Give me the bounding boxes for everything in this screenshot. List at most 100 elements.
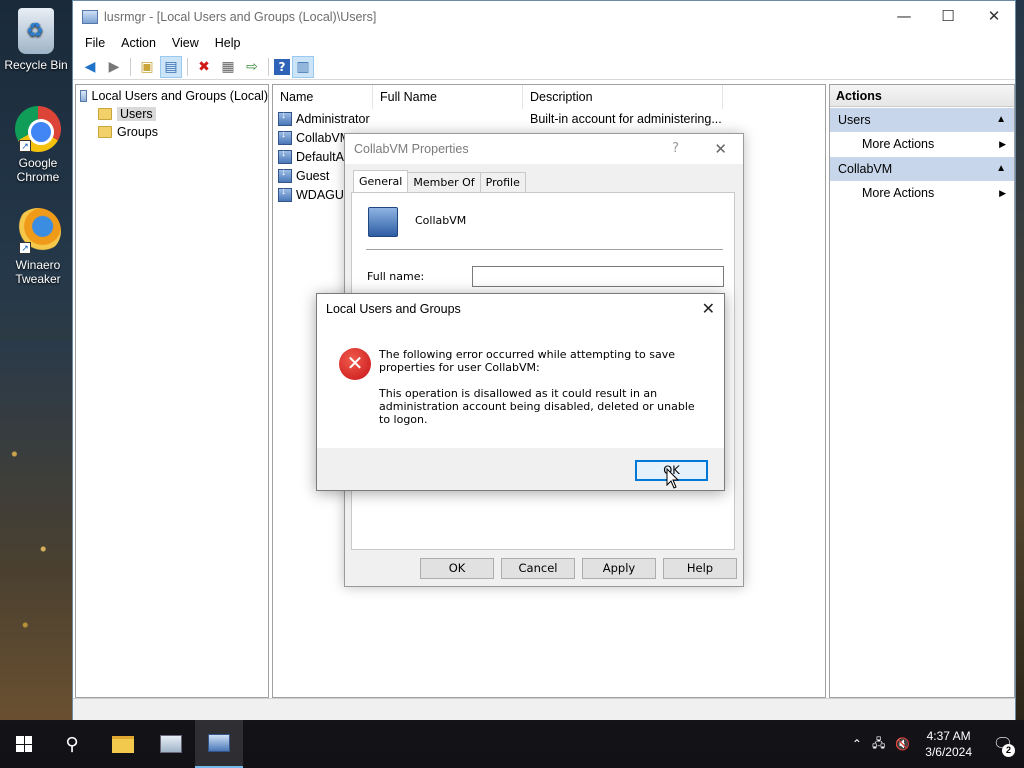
tree-item-label: Local Users and Groups (Local) — [91, 89, 268, 103]
divider — [366, 249, 723, 250]
desktop-icon-label: Google Chrome — [16, 156, 60, 184]
menu-help[interactable]: Help — [207, 36, 249, 50]
computer-management-icon — [82, 9, 98, 24]
performance-monitor-icon — [160, 735, 182, 753]
more-actions-users[interactable]: More Actions — [830, 132, 1014, 156]
error-icon: ✕ — [339, 348, 371, 380]
desktop-icon-label: Winaero Tweaker — [15, 258, 61, 286]
tree-item-root[interactable]: Local Users and Groups (Local) — [76, 85, 268, 105]
full-name-field[interactable] — [472, 266, 724, 287]
start-button[interactable] — [0, 720, 48, 768]
forward-icon[interactable]: ▶ — [103, 56, 125, 78]
user-avatar-icon — [368, 207, 398, 237]
error-dialog-title[interactable]: Local Users and Groups — [317, 294, 724, 324]
status-bar — [73, 698, 1015, 720]
tab-profile[interactable]: Profile — [479, 172, 526, 192]
actions-pane: Actions Users More Actions CollabVM More… — [829, 84, 1015, 698]
user-icon — [278, 187, 292, 202]
shortcut-arrow-icon: ↗ — [19, 242, 31, 254]
table-row[interactable]: Administrator Built-in account for admin… — [273, 109, 825, 128]
user-name: WDAGUti — [296, 187, 351, 202]
window-titlebar[interactable]: lusrmgr - [Local Users and Groups (Local… — [73, 1, 1015, 32]
cancel-button[interactable]: Cancel — [501, 558, 575, 579]
chrome-icon: ↗ — [15, 106, 61, 152]
delete-icon[interactable]: ✖ — [193, 56, 215, 78]
menu-view[interactable]: View — [164, 36, 207, 50]
network-icon[interactable]: 🖧 — [867, 734, 890, 755]
tree-item-groups[interactable]: Groups — [76, 123, 268, 141]
error-dialog: Local Users and Groups ✕ ✕ The following… — [316, 293, 725, 491]
error-close-button[interactable]: ✕ — [702, 294, 715, 324]
shortcut-arrow-icon: ↗ — [19, 140, 31, 152]
tree-item-label: Groups — [117, 125, 158, 139]
window-title: lusrmgr - [Local Users and Groups (Local… — [104, 9, 377, 24]
user-name: DefaultAc — [296, 149, 351, 164]
desktop-icon-recycle-bin[interactable]: Recycle Bin — [0, 8, 72, 72]
mouse-cursor-icon — [666, 468, 680, 489]
list-header: Name Full Name Description — [273, 85, 825, 109]
tree-item-label: Users — [117, 107, 156, 121]
full-name-label: Full name: — [367, 270, 425, 283]
computer-management-icon — [208, 734, 230, 752]
recycle-bin-icon — [18, 8, 54, 54]
taskbar-file-explorer[interactable] — [99, 720, 147, 768]
up-folder-icon[interactable]: ▣ — [136, 56, 158, 78]
back-icon[interactable]: ◀ — [79, 56, 101, 78]
winaero-tweaker-icon: ↗ — [15, 208, 61, 254]
close-button[interactable]: ✕ — [971, 1, 1017, 32]
folder-icon — [98, 126, 112, 138]
file-explorer-icon — [112, 735, 134, 753]
properties-icon[interactable]: ▦ — [217, 56, 239, 78]
menu-action[interactable]: Action — [113, 36, 164, 50]
actions-section-users[interactable]: Users — [830, 108, 1014, 132]
user-name: CollabVM — [296, 130, 351, 145]
column-header-full-name[interactable]: Full Name — [373, 85, 523, 109]
maximize-button[interactable]: ☐ — [925, 1, 971, 32]
toolbar: ◀ ▶ ▣ ▤ ✖ ▦ ⇨ ? ▥ — [73, 54, 1015, 80]
toolbar-separator — [130, 57, 131, 76]
error-message: The following error occurred while attem… — [379, 348, 709, 439]
user-icon — [278, 130, 292, 145]
user-description: Built-in account for administering... — [530, 111, 722, 126]
action-center-button[interactable]: 🗨 2 — [982, 734, 1024, 757]
help-button[interactable]: Help — [663, 558, 737, 579]
user-name: Administrator — [296, 111, 370, 126]
error-message-line-1: The following error occurred while attem… — [379, 348, 675, 374]
system-tray: ⌃ 🖧 🔇 4:37 AM 3/6/2024 🗨 2 — [847, 720, 1024, 768]
apply-button[interactable]: Apply — [582, 558, 656, 579]
actions-section-collabvm[interactable]: CollabVM — [830, 157, 1014, 181]
tab-general[interactable]: General — [353, 170, 409, 192]
show-hide-tree-icon[interactable]: ▤ — [160, 55, 182, 78]
search-button[interactable]: ⚲ — [48, 720, 96, 768]
windows-logo-icon — [16, 736, 32, 752]
console-tree: Local Users and Groups (Local) Users Gro… — [75, 84, 269, 698]
show-hidden-icons-chevron-icon[interactable]: ⌃ — [847, 737, 867, 751]
column-header-name[interactable]: Name — [273, 85, 373, 109]
desktop-icon-winaero-tweaker[interactable]: ↗ Winaero Tweaker — [2, 208, 74, 286]
properties-dialog-title[interactable]: CollabVM Properties — [345, 134, 743, 164]
desktop-icon-label: Recycle Bin — [4, 58, 68, 72]
tab-member-of[interactable]: Member Of — [407, 172, 481, 192]
search-icon: ⚲ — [65, 733, 79, 755]
volume-muted-icon[interactable]: 🔇 — [890, 737, 915, 751]
help-question-button[interactable]: ? — [672, 134, 679, 164]
taskbar-lusrmgr[interactable] — [195, 720, 243, 768]
tree-item-users[interactable]: Users — [76, 105, 268, 123]
properties-close-button[interactable]: ✕ — [714, 134, 727, 164]
column-header-description[interactable]: Description — [523, 85, 723, 109]
ok-button[interactable]: OK — [420, 558, 494, 579]
desktop-icon-google-chrome[interactable]: ↗ Google Chrome — [2, 106, 74, 184]
clock[interactable]: 4:37 AM 3/6/2024 — [915, 728, 982, 760]
minimize-button[interactable]: — — [881, 1, 927, 32]
error-message-line-2: This operation is disallowed as it could… — [379, 387, 695, 426]
notification-badge: 2 — [1002, 744, 1015, 757]
more-actions-collabvm[interactable]: More Actions — [830, 181, 1014, 205]
show-hide-action-pane-icon[interactable]: ▥ — [292, 55, 314, 78]
help-icon[interactable]: ? — [274, 58, 290, 75]
menu-file[interactable]: File — [77, 36, 113, 50]
export-icon[interactable]: ⇨ — [241, 56, 263, 78]
toolbar-separator — [187, 57, 188, 76]
menu-bar: File Action View Help — [73, 32, 1015, 54]
desktop-wallpaper — [0, 340, 72, 720]
taskbar-app-monitor[interactable] — [147, 720, 195, 768]
